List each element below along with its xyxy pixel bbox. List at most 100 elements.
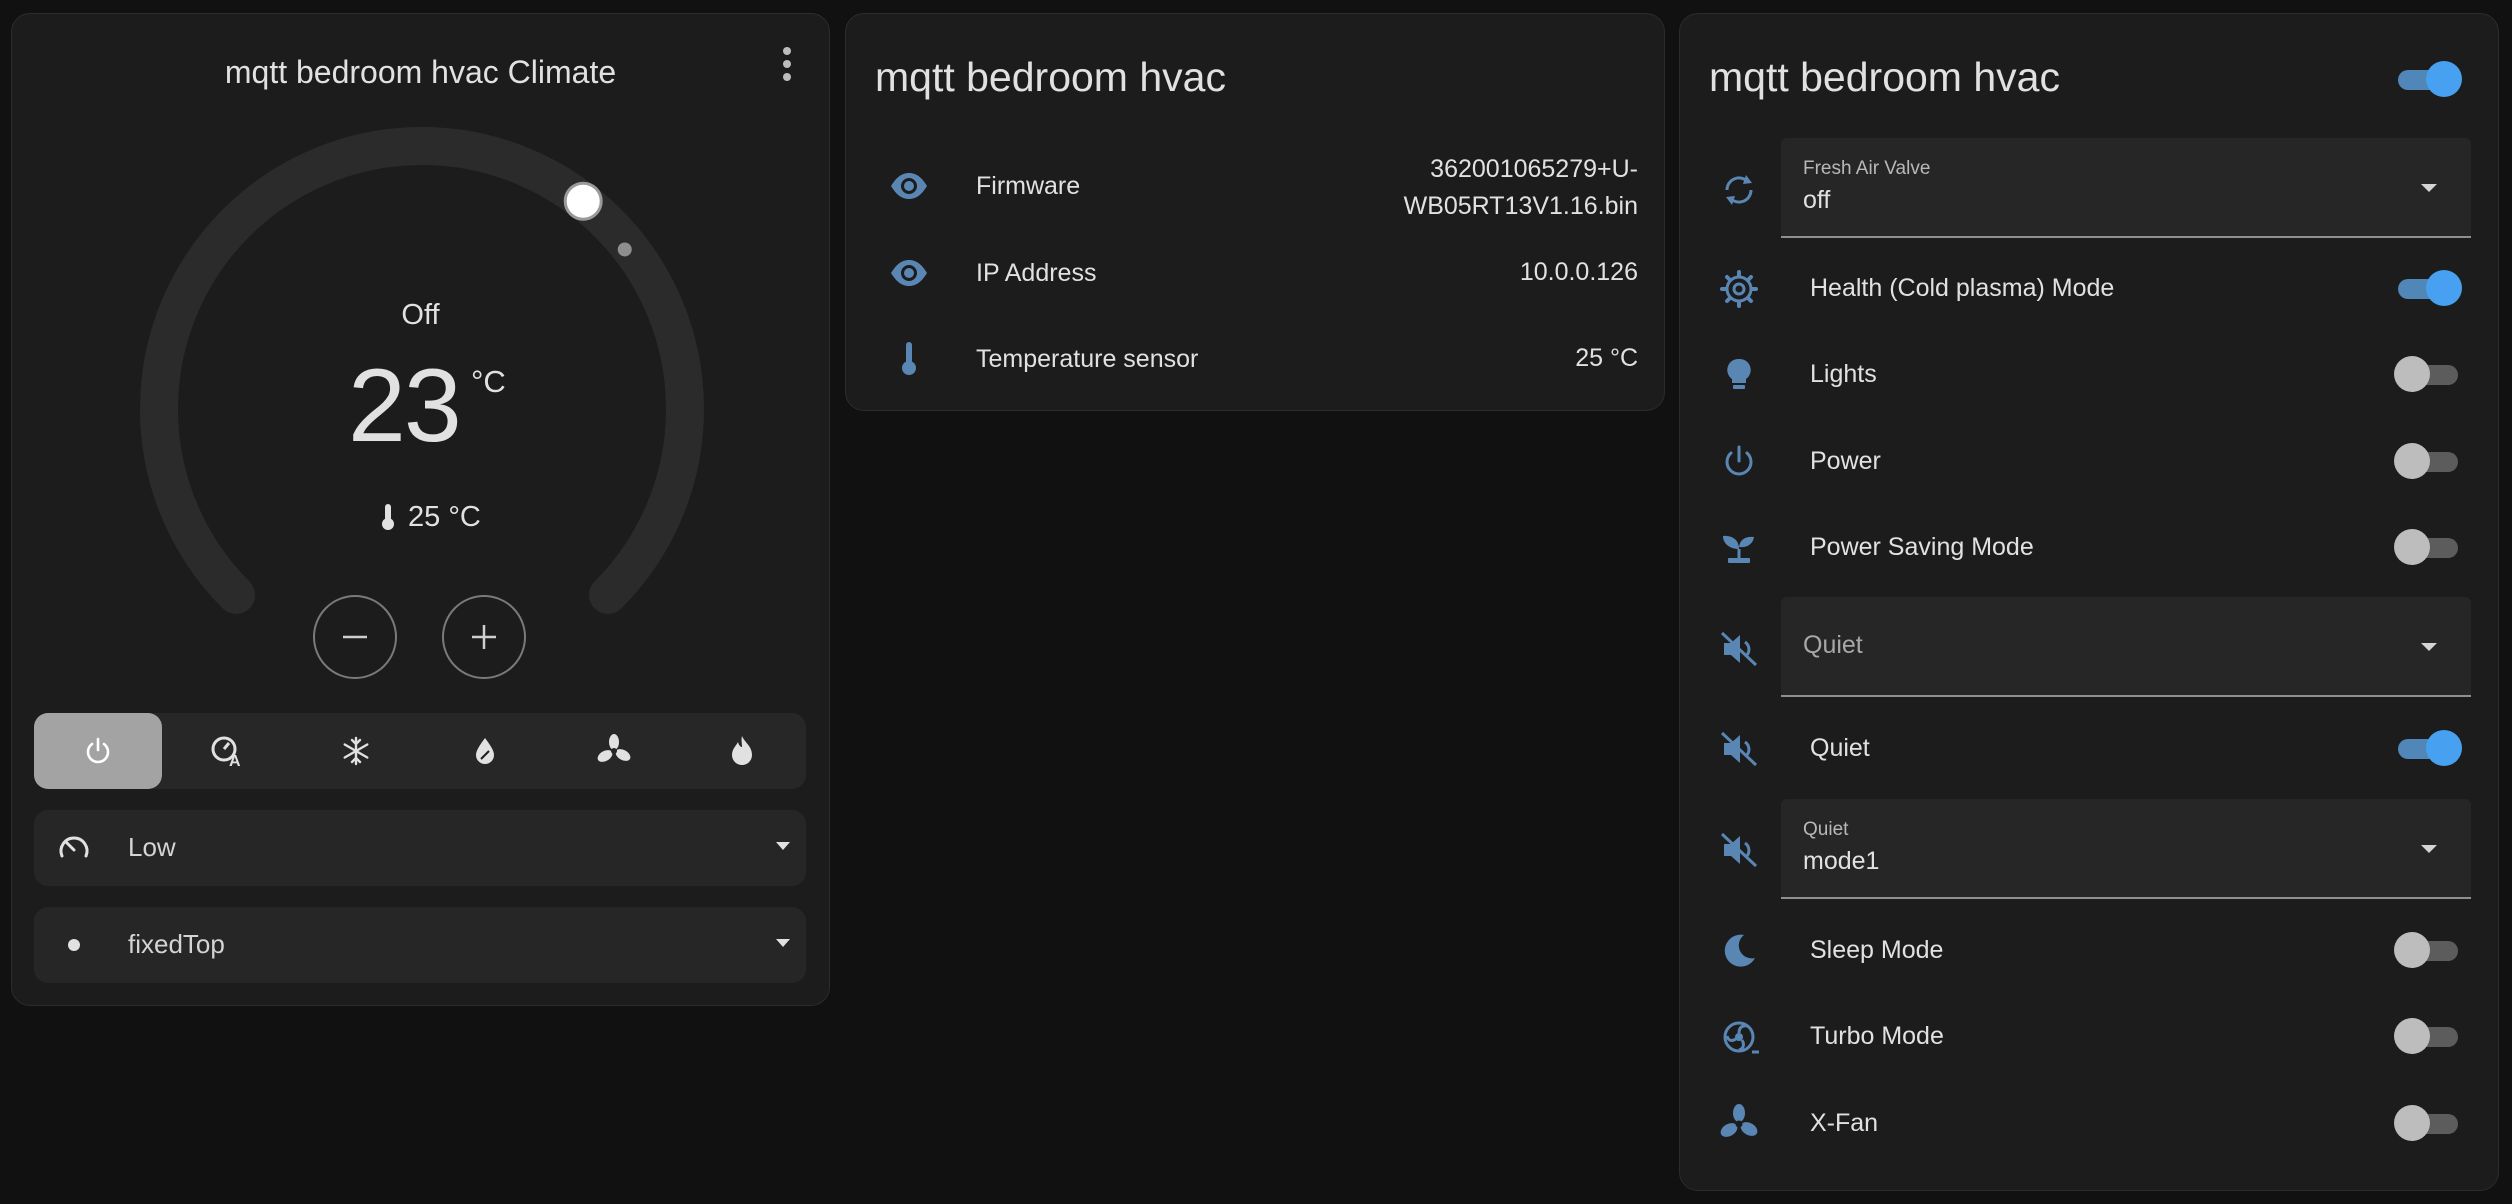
thermostat-current-marker xyxy=(617,242,632,257)
power-label: Power xyxy=(1810,447,1881,475)
power-row: Power xyxy=(1680,421,2500,501)
power-saving-toggle[interactable] xyxy=(2394,527,2462,567)
climate-card: mqtt bedroom hvac Climate Off 23 °C 25 °… xyxy=(11,13,830,1006)
sleep-mode-toggle[interactable] xyxy=(2394,930,2462,970)
quiet-mode-label: Quiet xyxy=(1803,819,1849,840)
decrease-temperature-button[interactable] xyxy=(313,595,397,679)
turbo-mode-toggle[interactable] xyxy=(2394,1016,2462,1056)
eye-icon xyxy=(891,173,927,199)
swing-mode-select[interactable]: fixedTop xyxy=(34,907,806,983)
lightbulb-icon xyxy=(1727,358,1751,389)
toggle-knob xyxy=(2426,270,2462,306)
thermometer-icon xyxy=(382,504,394,530)
mode-fan-button[interactable] xyxy=(550,713,678,789)
toggle-knob xyxy=(2394,443,2430,479)
health-mode-label: Health (Cold plasma) Mode xyxy=(1810,274,2115,302)
thermostat-auto-icon: A xyxy=(211,736,241,769)
power-saving-row: Power Saving Mode xyxy=(1680,507,2500,587)
fire-icon xyxy=(732,736,752,765)
info-card-title: mqtt bedroom hvac xyxy=(875,54,1226,100)
quiet-select[interactable]: Quiet xyxy=(1781,597,2471,697)
ip-address-value: 10.0.0.126 xyxy=(1519,258,1638,286)
hvac-state-label: Off xyxy=(401,299,440,331)
controls-card: mqtt bedroom hvac Fresh Air Valve off He… xyxy=(1679,13,2499,1191)
controls-card-title: mqtt bedroom hvac xyxy=(1709,54,2060,100)
snowflake-icon xyxy=(343,736,369,766)
ip-address-label: IP Address xyxy=(976,259,1097,287)
fresh-air-valve-value: off xyxy=(1803,186,1831,214)
mode-off-button[interactable] xyxy=(34,713,162,789)
turbo-fan-icon xyxy=(1723,1021,1759,1054)
quiet-label: Quiet xyxy=(1810,734,1870,762)
chevron-down-icon xyxy=(2421,845,2437,853)
mode-heat-button[interactable] xyxy=(678,713,806,789)
temperature-unit: °C xyxy=(471,364,506,399)
thermometer-icon xyxy=(902,342,916,375)
power-icon xyxy=(1725,445,1753,476)
increase-temperature-button[interactable] xyxy=(442,595,526,679)
toggle-knob xyxy=(2394,529,2430,565)
volume-off-icon xyxy=(1720,832,1758,868)
svg-text:A: A xyxy=(229,753,241,769)
fan-speed-icon xyxy=(59,836,89,858)
info-card: mqtt bedroom hvac Firmware 362001065279+… xyxy=(845,13,1665,411)
fan-mode-select[interactable]: Low xyxy=(34,810,806,886)
mode-dry-button[interactable] xyxy=(421,713,549,789)
hvac-mode-bar: A xyxy=(34,713,806,789)
mode-auto-button[interactable]: A xyxy=(163,713,291,789)
toggle-knob xyxy=(2394,932,2430,968)
water-percent-icon xyxy=(476,738,494,764)
current-temperature: 25 °C xyxy=(380,500,481,534)
turbo-mode-label: Turbo Mode xyxy=(1810,1022,1944,1050)
firmware-value-line2: WB05RT13V1.16.bin xyxy=(1403,192,1638,220)
xfan-label: X-Fan xyxy=(1810,1109,1879,1137)
chevron-down-icon xyxy=(776,842,790,850)
fresh-air-valve-select[interactable]: Fresh Air Valve off xyxy=(1781,138,2471,238)
turbo-mode-row: Turbo Mode xyxy=(1680,996,2500,1076)
cog-icon xyxy=(1720,270,1758,308)
xfan-toggle[interactable] xyxy=(2394,1103,2462,1143)
lights-toggle[interactable] xyxy=(2394,354,2462,394)
fan-icon xyxy=(597,734,631,762)
dot-icon xyxy=(68,939,80,951)
temperature-sensor-label: Temperature sensor xyxy=(976,345,1199,373)
mode-cool-button[interactable] xyxy=(292,713,420,789)
moon-icon xyxy=(1724,934,1755,967)
quiet-mode-value: mode1 xyxy=(1803,847,1880,875)
toggle-knob xyxy=(2426,61,2462,97)
lights-row: Lights xyxy=(1680,334,2500,414)
quiet-mode-select[interactable]: Quiet mode1 xyxy=(1781,799,2471,899)
current-temperature-value: 25 °C xyxy=(408,500,481,533)
sprout-icon xyxy=(1723,535,1754,563)
health-mode-toggle[interactable] xyxy=(2394,268,2462,308)
power-toggle[interactable] xyxy=(2394,441,2462,481)
eye-icon xyxy=(891,260,927,286)
minus-icon xyxy=(343,635,367,639)
toggle-knob xyxy=(2394,356,2430,392)
volume-off-icon xyxy=(1720,731,1758,767)
quiet-select-placeholder: Quiet xyxy=(1803,631,1863,659)
sleep-mode-row: Sleep Mode xyxy=(1680,910,2500,990)
toggle-knob xyxy=(2394,1105,2430,1141)
toggle-knob xyxy=(2394,1018,2430,1054)
header-toggle[interactable] xyxy=(2394,59,2462,99)
sleep-mode-label: Sleep Mode xyxy=(1810,936,1944,964)
toggle-knob xyxy=(2426,730,2462,766)
quiet-toggle[interactable] xyxy=(2394,728,2462,768)
power-saving-label: Power Saving Mode xyxy=(1810,533,2034,561)
firmware-value: 362001065279+U- WB05RT13V1.16.bin xyxy=(1404,151,1638,225)
chevron-down-icon xyxy=(776,939,790,947)
fan-mode-value: Low xyxy=(128,832,176,862)
fan-icon xyxy=(1720,1104,1758,1137)
firmware-value-line1: 362001065279+U- xyxy=(1430,155,1638,183)
chevron-down-icon xyxy=(2421,643,2437,651)
power-icon xyxy=(86,737,110,764)
health-mode-row: Health (Cold plasma) Mode xyxy=(1680,248,2500,328)
swing-mode-value: fixedTop xyxy=(128,929,225,959)
plus-icon xyxy=(472,625,496,649)
sync-icon xyxy=(1725,175,1753,205)
target-temperature: 23 xyxy=(348,348,462,464)
firmware-label: Firmware xyxy=(976,172,1081,200)
xfan-row: X-Fan xyxy=(1680,1083,2500,1163)
fresh-air-valve-label: Fresh Air Valve xyxy=(1803,158,1931,179)
